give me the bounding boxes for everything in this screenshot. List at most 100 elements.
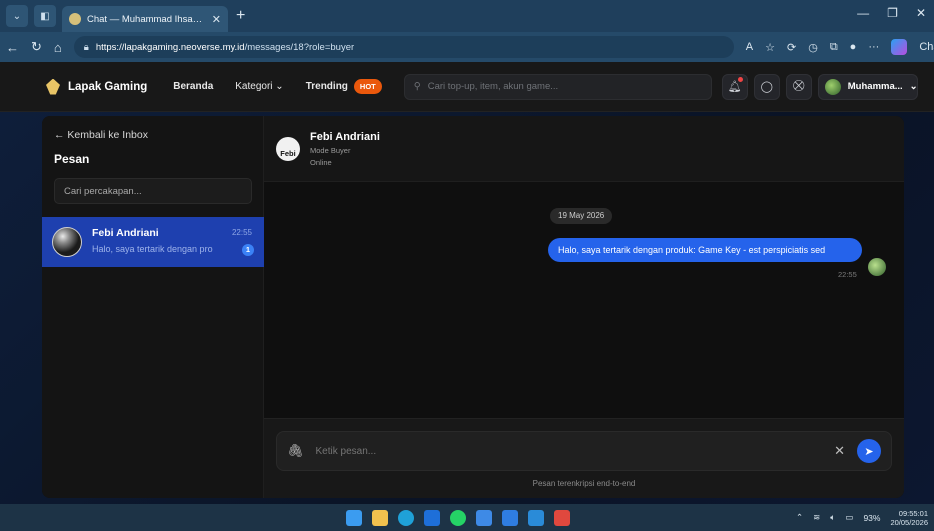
photos-icon[interactable] [476, 509, 492, 526]
window-controls: — ❐ ✕ [857, 6, 926, 20]
url-host: https://lapakgaming.neoverse.my.id [95, 41, 245, 53]
site-favicon-icon [69, 13, 81, 25]
app-icon[interactable] [554, 509, 570, 526]
cart-icon: ⛒ [793, 80, 805, 92]
user-name: Muhamma... [847, 81, 903, 92]
copilot-label: Cha [919, 41, 934, 53]
clock-time: 09:55:01 [898, 508, 928, 518]
browser-tab[interactable]: Chat — Muhammad Ihsan Anwar ✕ [62, 6, 228, 32]
back-arrow-icon[interactable]: ← [6, 40, 19, 55]
address-bar-row: ← ↻ ⌂ 🔒︎ https://lapakgaming.neoverse.my… [0, 32, 934, 62]
tab-title: Chat — Muhammad Ihsan Anwar [87, 13, 206, 25]
send-button[interactable]: ➤ [857, 439, 881, 463]
notification-button[interactable]: 🔔︎ [721, 73, 748, 100]
user-menu[interactable]: Muhamma... ⌄ [817, 73, 918, 100]
site-logo[interactable]: Lapak Gaming [46, 78, 148, 95]
header-actions: 🔔︎ ◯ ⛒ [721, 73, 812, 100]
chevron-up-icon[interactable]: ⌃ [796, 512, 803, 523]
workspaces-icon[interactable]: ◧ [34, 5, 56, 27]
url-path: /messages/18?role=buyer [244, 41, 355, 53]
avatar [52, 227, 82, 257]
vscode-icon[interactable] [528, 509, 544, 526]
conversation-sidebar: ← Kembali ke Inbox Pesan Cari percakapan… [42, 116, 264, 498]
browser-toolbar: A ☆ ⟳ ◷ ⧉ ● ··· Cha [746, 39, 934, 55]
chat-contact-name: Febi Andriani [310, 130, 380, 143]
avatar [868, 258, 886, 276]
clock-date: 20/05/2026 [890, 517, 928, 527]
search-icon: ⚲ [413, 81, 421, 92]
brand-name: Lapak Gaming [68, 80, 148, 93]
extensions-icon[interactable]: ⟳ [787, 41, 796, 54]
os-taskbar: ⌃ ≋ 🔈︎ ▭ 93% 09:55:01 20/05/2026 [0, 504, 934, 531]
conversation-preview: Halo, saya tertarik dengan pro [92, 244, 213, 254]
store-icon[interactable] [424, 509, 440, 526]
messages-button[interactable]: ◯ [753, 73, 780, 100]
back-to-inbox-link[interactable]: ← Kembali ke Inbox [54, 129, 148, 141]
nav-category-label: Kategori [235, 81, 273, 92]
site-search[interactable]: ⚲ Cari top-up, item, akun game... [403, 73, 712, 100]
wifi-icon[interactable]: ≋ [813, 512, 820, 523]
history-icon[interactable]: ◷ [808, 41, 818, 54]
message-input[interactable] [315, 445, 823, 457]
bell-icon: 🔔︎ [727, 81, 742, 93]
cart-button[interactable]: ⛒ [785, 73, 812, 100]
nav-home[interactable]: Beranda [173, 81, 213, 92]
close-window-icon[interactable]: ✕ [916, 6, 926, 20]
chat-bubble-icon: ◯ [760, 81, 773, 93]
tab-actions-icon[interactable]: ⌄ [6, 5, 28, 27]
profile-icon[interactable]: ● [850, 41, 857, 53]
message-composer: 🖇︎ ✕ ➤ Pesan terenkripsi end-to-end [264, 418, 904, 498]
chat-header: Febi Febi Andriani Mode Buyer Online [264, 116, 904, 182]
date-separator: 19 May 2026 [550, 208, 613, 224]
encryption-note: Pesan terenkripsi end-to-end [532, 479, 636, 488]
avatar: Febi [276, 136, 300, 161]
start-icon[interactable] [346, 509, 362, 526]
notes-icon[interactable] [502, 509, 518, 526]
copilot-icon[interactable] [891, 39, 908, 55]
site-header: Lapak Gaming Beranda Kategori ⌄ Trending… [0, 62, 934, 112]
nav-category[interactable]: Kategori ⌄ [235, 81, 283, 92]
message-time: 22:55 [838, 270, 857, 279]
paperclip-icon[interactable]: 🖇︎ [287, 443, 304, 459]
collections-icon[interactable]: ⧉ [830, 41, 838, 54]
browser-tab-bar: ⌄ ◧ Chat — Muhammad Ihsan Anwar ✕ + — ❐ … [0, 0, 934, 32]
system-tray: ⌃ ≋ 🔈︎ ▭ 93% 09:55:01 20/05/2026 [796, 509, 928, 527]
avatar [824, 78, 841, 95]
edge-icon[interactable] [398, 509, 414, 526]
hot-badge: HOT [353, 79, 382, 94]
notification-dot [737, 76, 743, 82]
refresh-icon[interactable]: ↻ [31, 39, 42, 55]
close-icon[interactable]: ✕ [834, 443, 845, 459]
chat-mode: Mode Buyer [310, 145, 351, 155]
nav-trending[interactable]: Trending HOT [306, 79, 382, 94]
more-icon[interactable]: ··· [868, 41, 879, 53]
conversation-search-input[interactable]: Cari percakapan... [54, 178, 252, 204]
conversation-time: 22:55 [231, 228, 252, 237]
tab-close-icon[interactable]: ✕ [212, 13, 221, 26]
main-nav: Beranda Kategori ⌄ Trending HOT [173, 79, 382, 94]
conversation-name: Febi Andriani [92, 227, 159, 239]
list-item[interactable]: Febi Andriani 22:55 Halo, saya tertarik … [42, 217, 264, 267]
message-input-box: 🖇︎ ✕ ➤ [276, 431, 892, 471]
file-explorer-icon[interactable] [372, 509, 388, 526]
sidebar-title: Pesan [54, 152, 90, 166]
battery-icon[interactable]: ▭ [845, 512, 853, 523]
volume-icon[interactable]: 🔈︎ [830, 512, 835, 523]
new-tab-button[interactable]: + [236, 7, 245, 25]
brand-gem-icon [46, 78, 60, 95]
chevron-down-icon: ⌄ [275, 81, 284, 92]
lock-icon: 🔒︎ [83, 41, 89, 53]
whatsapp-icon[interactable] [450, 509, 466, 526]
send-icon: ➤ [864, 445, 874, 458]
chat-status: Online [310, 157, 332, 167]
read-aloud-icon[interactable]: A [746, 41, 753, 53]
maximize-icon[interactable]: ❐ [887, 6, 898, 20]
clock[interactable]: 09:55:01 20/05/2026 [890, 509, 928, 527]
minimize-icon[interactable]: — [857, 6, 869, 20]
message-bubble: Halo, saya tertarik dengan produk: Game … [548, 238, 862, 262]
unread-badge: 1 [242, 244, 254, 256]
site-search-placeholder: Cari top-up, item, akun game... [427, 81, 559, 92]
url-field[interactable]: 🔒︎ https://lapakgaming.neoverse.my.id/me… [73, 36, 734, 58]
favorite-star-icon[interactable]: ☆ [765, 41, 775, 54]
home-icon[interactable]: ⌂ [54, 40, 62, 55]
